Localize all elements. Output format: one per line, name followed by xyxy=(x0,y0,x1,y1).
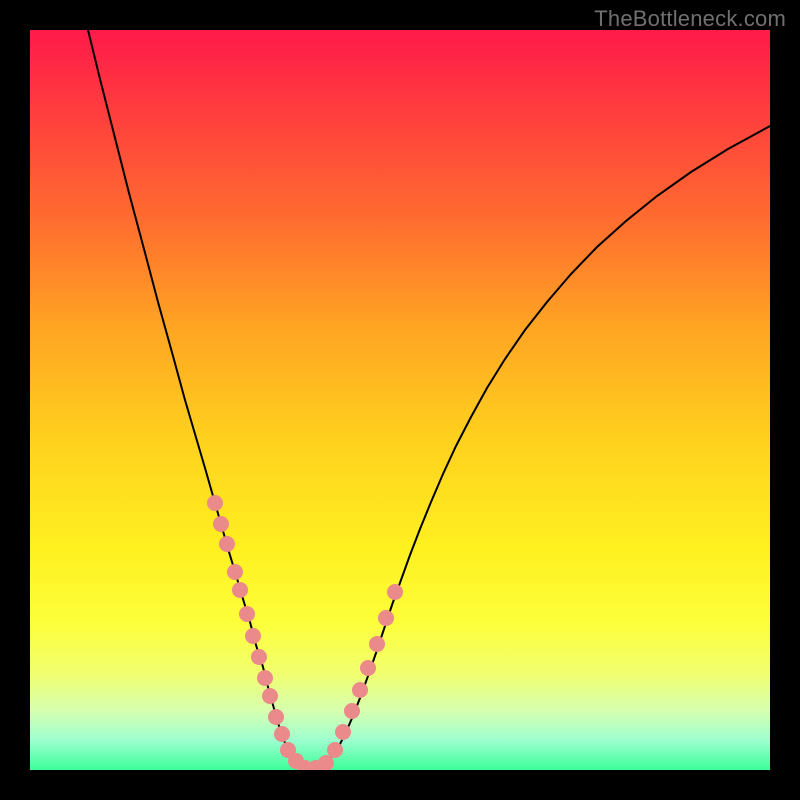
data-marker xyxy=(335,724,351,740)
data-marker xyxy=(387,584,403,600)
data-marker xyxy=(327,742,343,758)
data-marker xyxy=(232,582,248,598)
data-marker xyxy=(344,703,360,719)
data-marker xyxy=(378,610,394,626)
data-marker xyxy=(352,682,368,698)
bottleneck-curve xyxy=(88,30,770,769)
data-marker xyxy=(207,495,223,511)
data-marker xyxy=(369,636,385,652)
watermark-text: TheBottleneck.com xyxy=(594,6,786,32)
data-marker xyxy=(251,649,267,665)
data-marker xyxy=(239,606,255,622)
data-marker xyxy=(219,536,235,552)
data-marker xyxy=(213,516,229,532)
data-marker xyxy=(360,660,376,676)
chart-area xyxy=(30,30,770,770)
data-marker xyxy=(257,670,273,686)
chart-svg xyxy=(30,30,770,770)
data-marker xyxy=(262,688,278,704)
data-marker xyxy=(227,564,243,580)
data-marker xyxy=(245,628,261,644)
data-marker xyxy=(274,726,290,742)
data-marker xyxy=(268,709,284,725)
